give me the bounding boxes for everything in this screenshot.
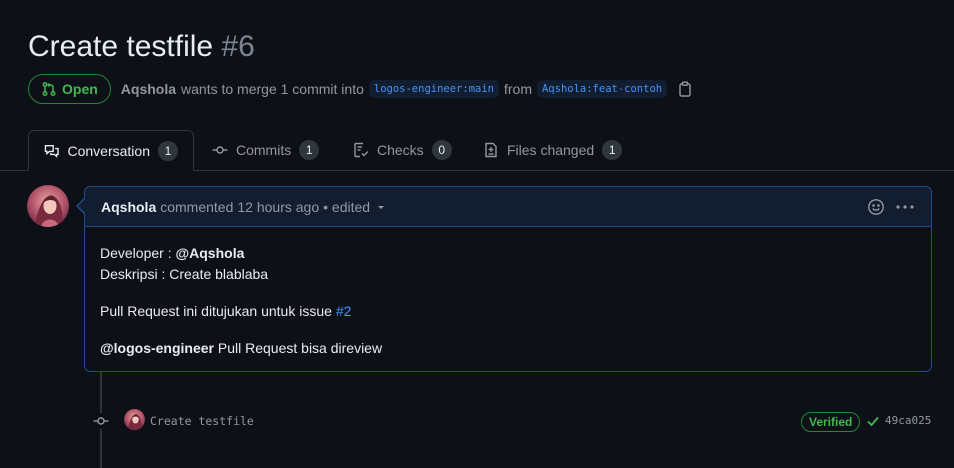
kebab-horizontal-icon[interactable]	[895, 198, 915, 216]
chevron-down-icon[interactable]	[376, 202, 386, 212]
comment-author-link[interactable]: Aqshola	[101, 199, 156, 215]
comment-body: Developer : @Aqshola Deskripsi : Create …	[85, 227, 931, 371]
base-branch-link[interactable]: logos-engineer:main	[368, 80, 499, 98]
comment-review-line: @logos-engineer Pull Request bisa direvi…	[100, 338, 916, 359]
tab-label: Files changed	[507, 142, 595, 158]
issue-link[interactable]: #2	[336, 303, 352, 319]
pr-author-link[interactable]: Aqshola	[121, 81, 176, 97]
check-icon[interactable]	[866, 414, 880, 428]
tab-files-changed[interactable]: Files changed 1	[468, 130, 637, 170]
commit-message-link[interactable]: Create testfile	[150, 413, 254, 429]
comment-action: commented	[160, 198, 234, 215]
tab-counter: 1	[602, 140, 623, 160]
pr-meta-row: Open Aqshola wants to merge 1 commit int…	[28, 73, 692, 105]
comment-pointer-fill	[78, 199, 85, 213]
smiley-icon[interactable]	[867, 198, 885, 216]
avatar[interactable]	[27, 185, 69, 227]
pr-merge-text: wants to merge 1 commit into	[181, 81, 364, 97]
pr-state-label: Open	[62, 81, 98, 97]
pr-title-row: Create testfile #6	[28, 28, 255, 66]
developer-mention[interactable]: @Aqshola	[175, 245, 244, 261]
comment-box: Aqshola commented 12 hours ago • edited …	[84, 186, 932, 372]
pr-state-badge: Open	[28, 74, 111, 104]
commit-author-avatar[interactable]	[124, 409, 145, 430]
tab-counter: 1	[158, 140, 178, 161]
verified-badge[interactable]: Verified	[801, 412, 861, 432]
comment-discussion-icon	[44, 144, 59, 158]
comment-edited-dropdown[interactable]: • edited	[323, 199, 370, 215]
developer-label: Developer :	[100, 245, 176, 261]
tab-label: Conversation	[67, 142, 151, 159]
tab-commits[interactable]: Commits 1	[197, 130, 334, 170]
pr-title: Create testfile	[28, 30, 214, 63]
head-branch-link[interactable]: Aqshola:feat-contoh	[536, 80, 668, 98]
comment-developer-line: Developer : @Aqshola	[100, 243, 916, 264]
tab-checks[interactable]: Checks 0	[338, 130, 467, 170]
commit-sha-link[interactable]: 49ca025	[885, 413, 931, 429]
review-text: Pull Request bisa direview	[214, 340, 383, 356]
tab-conversation[interactable]: Conversation 1	[28, 130, 194, 171]
tab-counter: 0	[431, 140, 452, 160]
git-commit-icon	[212, 146, 228, 154]
copy-icon[interactable]	[678, 81, 692, 97]
pr-number: #6	[221, 30, 255, 63]
comment-header-actions	[867, 187, 915, 226]
file-diff-icon	[485, 142, 497, 158]
issue-text: Pull Request ini ditujukan untuk issue	[100, 303, 336, 319]
checklist-icon	[354, 142, 369, 158]
comment-issue-line: Pull Request ini ditujukan untuk issue #…	[100, 301, 916, 322]
git-commit-icon	[92, 413, 110, 429]
tab-label: Checks	[377, 142, 424, 158]
pr-from-text: from	[503, 81, 532, 97]
tab-label: Commits	[236, 142, 292, 158]
tab-counter: 1	[299, 140, 320, 160]
comment-header: Aqshola commented 12 hours ago • edited	[85, 187, 931, 227]
pr-tabs: Conversation 1 Commits 1 Checks 0 Files …	[0, 130, 954, 171]
comment-description-line: Deskripsi : Create blablaba	[100, 266, 269, 282]
review-mention[interactable]: @logos-engineer	[100, 340, 214, 356]
comment-timestamp[interactable]: 12 hours ago	[237, 199, 319, 215]
git-pull-request-icon	[42, 82, 56, 96]
